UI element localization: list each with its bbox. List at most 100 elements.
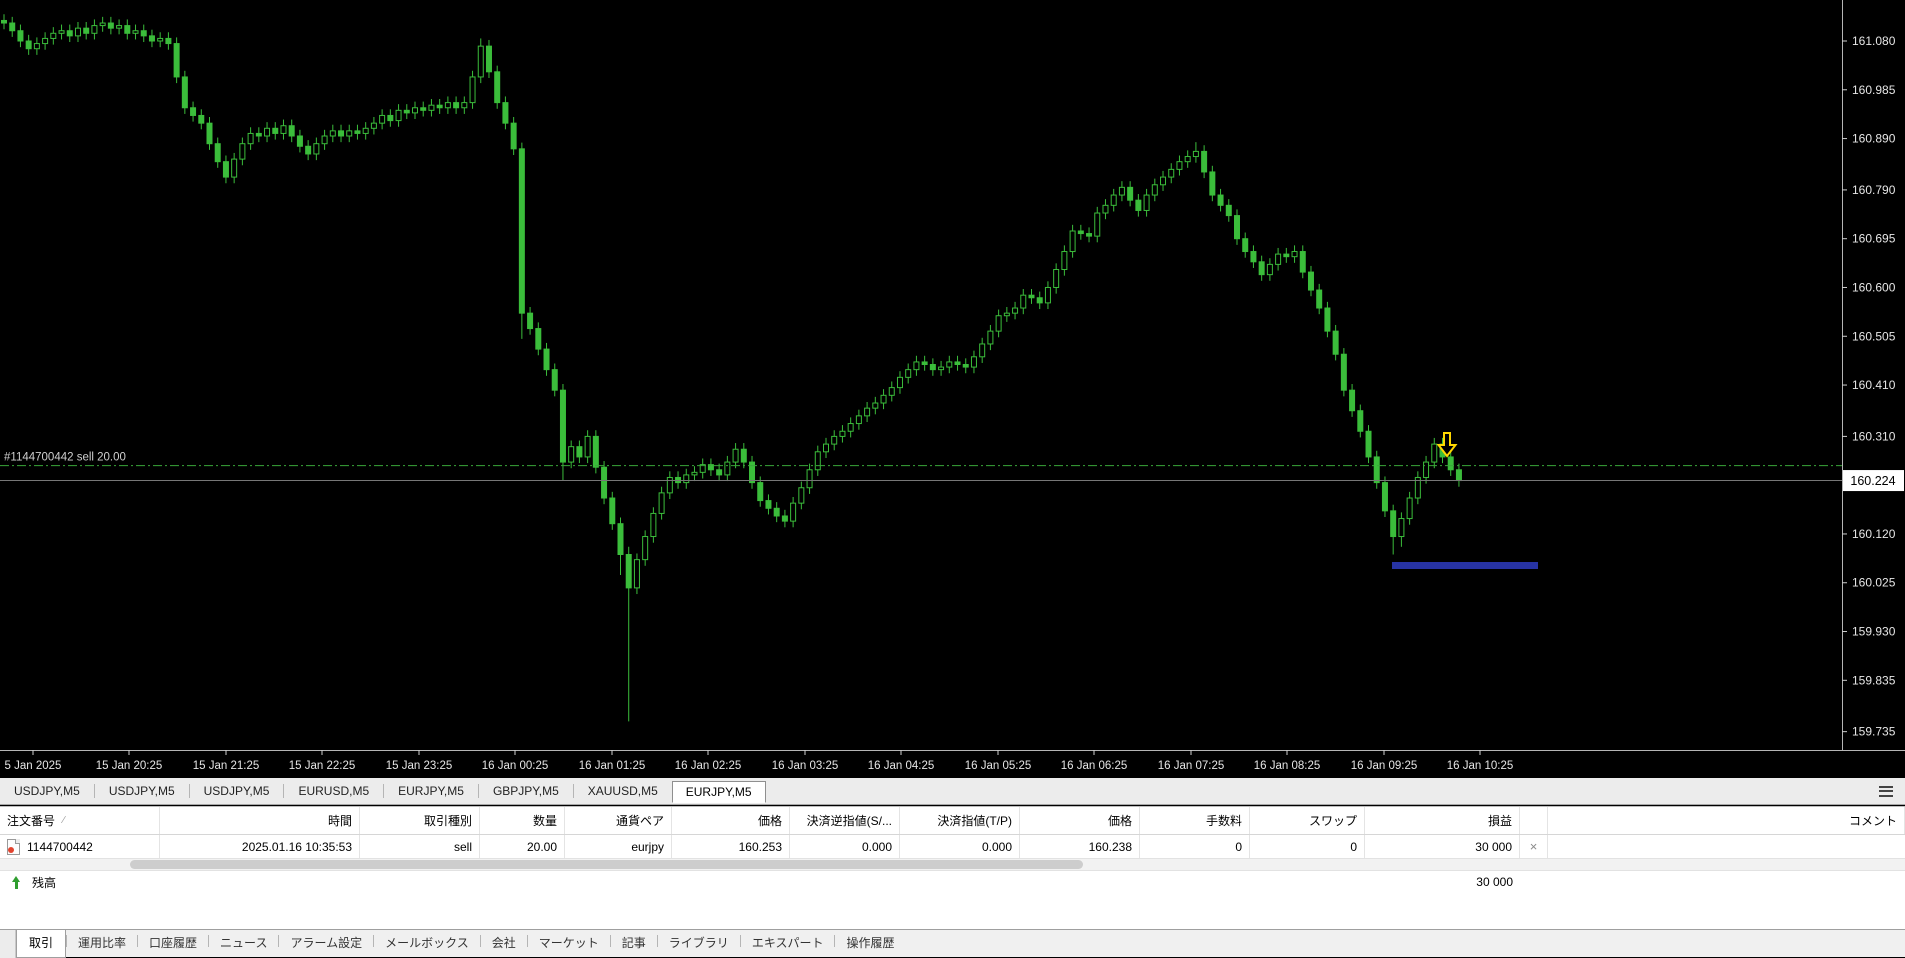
column-header-13[interactable]: コメント xyxy=(1548,807,1905,834)
open-order-label: #1144700442 sell 20.00 xyxy=(4,452,126,464)
trade-table-header: 注文番号 ∕ 時間 取引種別 数量 通貨ペア 価格 決済逆指値(S/... 決済指値(T/P) 価… xyxy=(0,807,1905,835)
candle-body xyxy=(428,104,435,111)
candle-body xyxy=(921,361,928,366)
time-axis-label: 16 Jan 03:25 xyxy=(772,760,839,772)
candle-body xyxy=(765,500,772,509)
candle-body xyxy=(979,343,986,358)
balance-icon xyxy=(9,875,22,889)
candle-body xyxy=(453,102,460,109)
time-axis-label: 16 Jan 01:25 xyxy=(579,760,646,772)
column-header-2[interactable]: 取引種別 xyxy=(360,807,480,834)
tab-list-icon[interactable] xyxy=(1879,785,1893,797)
column-header-1[interactable]: 時間 xyxy=(160,807,360,834)
candle-body xyxy=(379,114,386,124)
candle-body xyxy=(1275,253,1282,265)
candle-body xyxy=(17,30,24,42)
column-header-8[interactable]: 価格 xyxy=(1020,807,1140,834)
candle-body xyxy=(231,158,238,178)
sort-ascending-icon: ∕ xyxy=(63,815,65,826)
candle-body xyxy=(214,143,221,163)
candle-body xyxy=(403,109,410,114)
candle-body xyxy=(781,515,788,522)
candle-body xyxy=(33,43,40,50)
column-header-10[interactable]: スワップ xyxy=(1250,807,1365,834)
candle-body xyxy=(1143,194,1150,211)
price-axis-label: 160.790 xyxy=(1852,183,1896,197)
balance-label: 残高 xyxy=(32,875,57,890)
candle-body xyxy=(1455,469,1462,482)
chart-tab-usdjpy-m5[interactable]: USDJPY,M5 xyxy=(190,782,284,800)
candle-body xyxy=(1086,233,1093,237)
column-header-9[interactable]: 手数料 xyxy=(1140,807,1250,834)
candle-body xyxy=(518,148,525,314)
time-axis-label: 16 Jan 07:25 xyxy=(1158,760,1225,772)
column-header-5[interactable]: 価格 xyxy=(672,807,790,834)
candle-body xyxy=(1053,269,1060,288)
candle-body xyxy=(74,27,81,37)
candle-body xyxy=(691,471,698,476)
price-axis-label: 160.695 xyxy=(1852,232,1896,246)
candle-body xyxy=(913,361,920,371)
toolbox-tab-bar: 取引 運用比率 口座履歴 ニュース アラーム設定 メールボックス 会社 マーケット 記事 ライブラ… xyxy=(0,929,1905,958)
candle-body xyxy=(1102,204,1109,214)
candle-body xyxy=(1423,461,1430,478)
column-header-6[interactable]: 決済逆指値(S/... xyxy=(790,807,900,834)
chart-tab-eurusd-m5[interactable]: EURUSD,M5 xyxy=(284,782,383,800)
candle-body xyxy=(1340,353,1347,391)
order-cell-9: 0 xyxy=(1140,835,1250,858)
order-doc-icon xyxy=(7,838,20,855)
blue-support-line[interactable] xyxy=(1392,562,1538,569)
candle-body xyxy=(1151,184,1158,196)
column-header-12[interactable] xyxy=(1520,807,1548,834)
candle-body xyxy=(1094,212,1101,237)
horizontal-scrollbar[interactable] xyxy=(0,858,1905,871)
candle-body xyxy=(1225,204,1232,217)
candle-body xyxy=(173,43,180,78)
trade-table-row[interactable]: 1144700442 2025.01.16 10:35:53 sell 20.00 eu… xyxy=(0,835,1905,858)
time-axis-label: 15 Jan 21:25 xyxy=(193,760,260,772)
column-header-7[interactable]: 決済指値(T/P) xyxy=(900,807,1020,834)
candle-body xyxy=(140,30,147,37)
chart-tab-usdjpy-m5[interactable]: USDJPY,M5 xyxy=(0,782,94,800)
column-header-0[interactable]: 注文番号 ∕ xyxy=(0,807,160,834)
candle-body xyxy=(905,369,912,378)
candle-body xyxy=(1447,456,1454,471)
candle-body xyxy=(1242,238,1249,253)
column-header-4[interactable]: 通貨ペア xyxy=(565,807,672,834)
candle-body xyxy=(1044,286,1051,304)
candle-body xyxy=(650,512,657,538)
candle-body xyxy=(535,328,542,350)
candle-body xyxy=(321,135,328,145)
candle-body xyxy=(181,76,188,109)
candle-body xyxy=(387,114,394,122)
chart-tab-usdjpy-m5[interactable]: USDJPY,M5 xyxy=(95,782,189,800)
candle-body xyxy=(420,107,427,111)
toolbox-tab-0[interactable]: 取引 xyxy=(16,930,67,958)
chart-tab-eurjpy-m5[interactable]: EURJPY,M5 xyxy=(671,780,766,803)
candle-body xyxy=(658,492,665,514)
candle-body xyxy=(239,143,246,160)
column-header-11[interactable]: 損益 xyxy=(1365,807,1520,834)
candle-body xyxy=(1028,294,1035,299)
chart-tab-xauusd-m5[interactable]: XAUUSD,M5 xyxy=(574,782,672,800)
time-axis-label: 15 Jan 23:25 xyxy=(386,760,453,772)
chart-tab-eurjpy-m5[interactable]: EURJPY,M5 xyxy=(384,782,478,800)
candle-body xyxy=(831,435,838,445)
order-cell-5: 160.253 xyxy=(672,835,790,858)
candle-body xyxy=(896,376,903,389)
column-header-3[interactable]: 数量 xyxy=(480,807,565,834)
order-cell-10: 0 xyxy=(1250,835,1365,858)
candle-body xyxy=(1168,168,1175,178)
price-axis-label: 160.310 xyxy=(1852,429,1896,443)
chart-plot-area[interactable]: 161.080 160.985 160.890 160.790 160.695 160.6… xyxy=(0,0,1905,778)
candle-body xyxy=(444,102,451,109)
chart-tab-gbpjpy-m5[interactable]: GBPJPY,M5 xyxy=(479,782,573,800)
candle-body xyxy=(1061,251,1068,271)
candle-body xyxy=(962,364,969,368)
order-cell-8: 160.238 xyxy=(1020,835,1140,858)
scrollbar-thumb[interactable] xyxy=(130,860,1083,869)
candle-body xyxy=(929,364,936,371)
candle-body xyxy=(1406,497,1413,520)
candle-body xyxy=(247,132,254,145)
close-position-button[interactable]: × xyxy=(1520,835,1548,858)
